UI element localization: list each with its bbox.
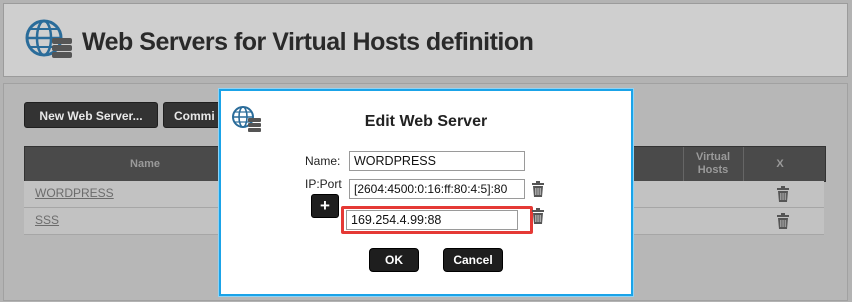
ok-button[interactable]: OK bbox=[369, 248, 419, 272]
trash-icon[interactable] bbox=[531, 208, 545, 229]
new-web-server-button[interactable]: New Web Server... bbox=[24, 102, 158, 128]
dialog-title: Edit Web Server bbox=[364, 113, 488, 130]
ip-port-field-new[interactable] bbox=[346, 210, 518, 230]
ipport-label: IP:Port bbox=[305, 177, 342, 191]
server-name-link[interactable]: WORDPRESS bbox=[35, 186, 114, 200]
ip-port-field[interactable] bbox=[349, 179, 525, 199]
edit-web-server-dialog: Edit Web Server Name: IP:Port + OK Cance… bbox=[219, 89, 633, 296]
trash-icon[interactable] bbox=[776, 213, 790, 234]
page-header: Web Servers for Virtual Hosts definition bbox=[3, 3, 848, 77]
add-ip-button[interactable]: + bbox=[311, 194, 339, 218]
name-field[interactable] bbox=[349, 151, 525, 171]
trash-icon[interactable] bbox=[531, 181, 545, 202]
commit-button[interactable]: Commi bbox=[163, 102, 221, 128]
column-divider bbox=[683, 147, 684, 181]
highlight-box bbox=[341, 206, 533, 234]
column-header-virtual-hosts: Virtual Hosts bbox=[695, 151, 731, 176]
name-label: Name: bbox=[305, 154, 341, 168]
column-header-name: Name bbox=[130, 158, 160, 170]
cancel-button[interactable]: Cancel bbox=[443, 248, 503, 272]
globe-server-icon bbox=[24, 18, 78, 67]
column-header-delete: X bbox=[776, 158, 784, 170]
column-divider bbox=[743, 147, 744, 181]
page-title: Web Servers for Virtual Hosts definition bbox=[82, 28, 534, 56]
server-name-link[interactable]: SSS bbox=[35, 213, 59, 227]
trash-icon[interactable] bbox=[776, 186, 790, 207]
